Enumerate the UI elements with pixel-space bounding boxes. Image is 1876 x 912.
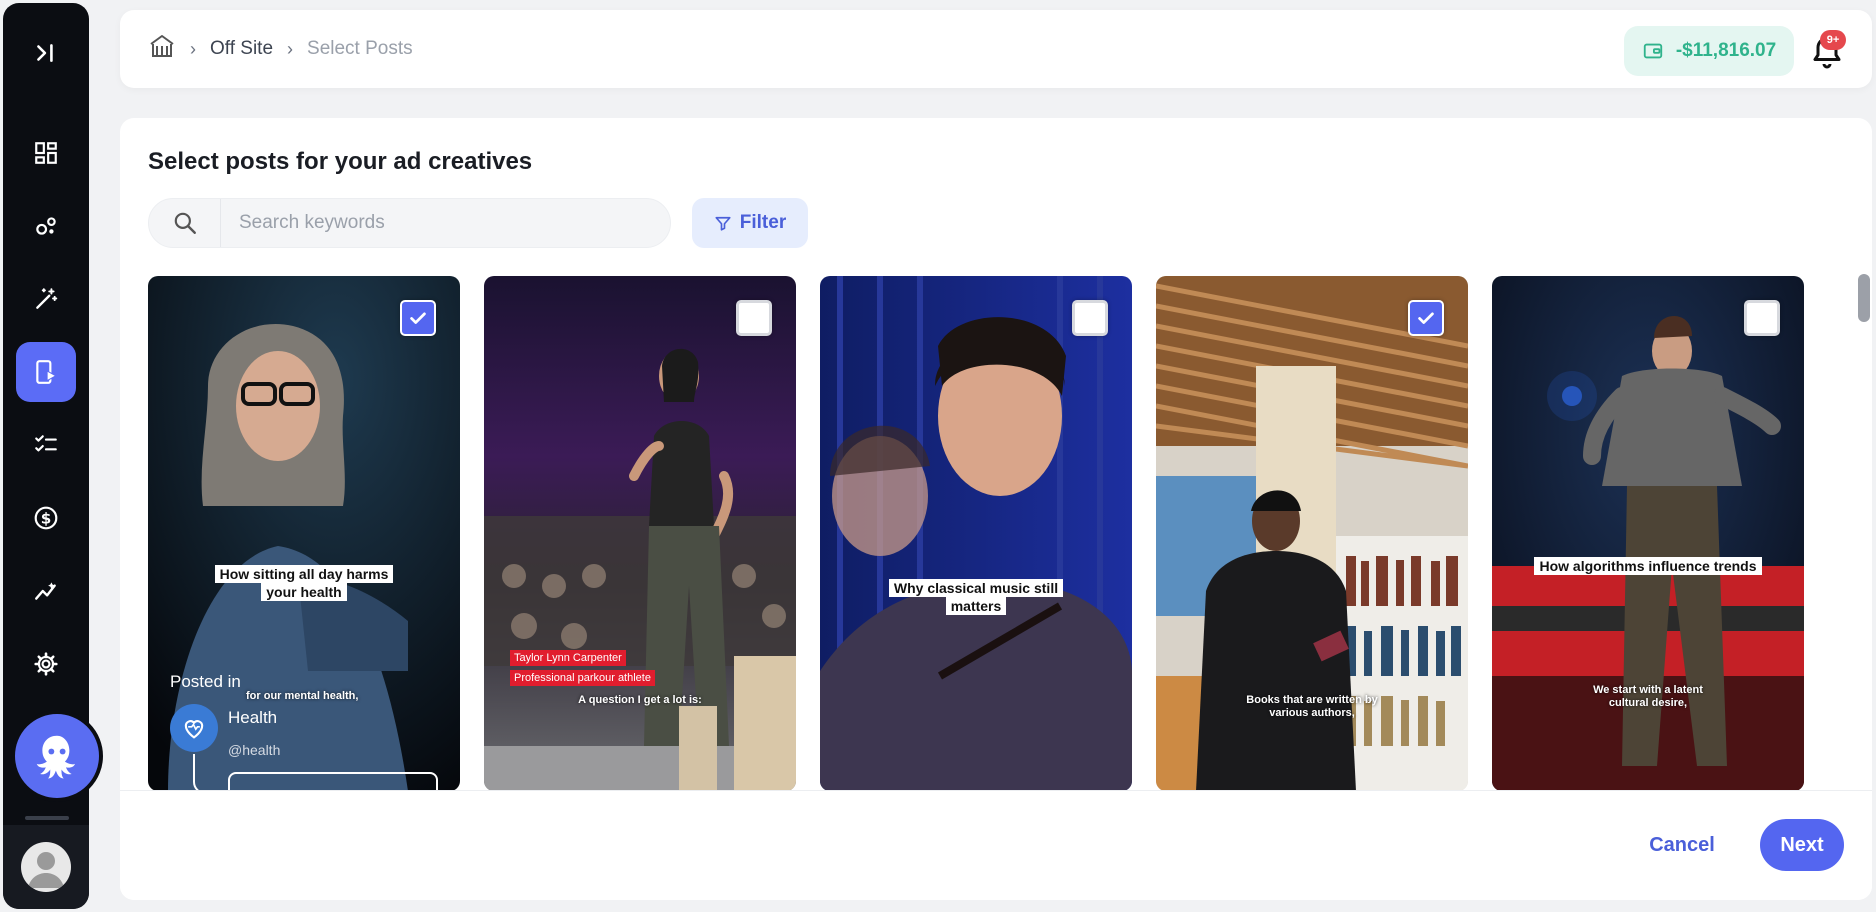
sidebar-item-creative[interactable] <box>16 269 76 329</box>
breadcrumb-separator: › <box>190 38 196 59</box>
account-handle: @health <box>228 742 281 758</box>
speaker-lower-third: Taylor Lynn Carpenter Professional parko… <box>510 648 655 688</box>
home-breadcrumb[interactable] <box>148 32 176 66</box>
profile-area <box>3 825 89 909</box>
footer-actions: Cancel Next <box>120 790 1872 900</box>
speaker-title: Professional parkour athlete <box>510 670 655 686</box>
speaker-name: Taylor Lynn Carpenter <box>510 650 626 666</box>
search-button[interactable] <box>149 199 221 247</box>
post-thumbnail <box>820 276 1132 791</box>
post-select-checkbox[interactable] <box>1744 300 1780 336</box>
search-box <box>148 198 671 248</box>
post-card[interactable]: Why classical music still matters <box>820 276 1132 791</box>
post-subtitle: We start with a latent cultural desire, <box>1593 684 1703 709</box>
post-card[interactable]: Books that are written by various author… <box>1156 276 1468 791</box>
mobile-video-icon <box>36 360 57 384</box>
checkmark-icon <box>410 312 426 324</box>
balance-amount: -$11,816.07 <box>1675 40 1777 61</box>
sidebar-item-connections[interactable] <box>16 196 76 256</box>
filter-button[interactable]: Filter <box>692 198 808 248</box>
account-name: Health <box>228 708 278 727</box>
octopus-icon <box>36 735 75 779</box>
search-icon <box>174 212 196 234</box>
select-posts-panel: Select posts for your ad creatives Filte… <box>120 118 1872 900</box>
sidebar-item-billing[interactable]: $ <box>16 488 76 548</box>
checklist-icon <box>35 435 57 452</box>
post-subtitle: A question I get a lot is: <box>578 694 702 706</box>
scrollbar-thumb[interactable] <box>1858 274 1870 322</box>
dashboard-icon <box>35 142 57 164</box>
next-button[interactable]: Next <box>1760 819 1844 871</box>
heart-icon <box>184 720 204 739</box>
post-preview-box <box>228 772 438 791</box>
user-avatar[interactable] <box>21 842 71 892</box>
breadcrumb-current: Select Posts <box>307 38 413 59</box>
post-thumbnail <box>1492 276 1804 791</box>
top-header: › Off Site › Select Posts -$11,816.07 9+ <box>120 10 1872 88</box>
collapse-sidebar-icon <box>37 44 53 62</box>
collapse-sidebar-button[interactable] <box>16 23 76 83</box>
sidebar-divider <box>25 816 69 820</box>
posted-in-label: Posted in <box>170 672 241 691</box>
bubbles-icon <box>36 217 56 235</box>
wallet-balance-button[interactable]: -$11,816.07 <box>1624 26 1794 76</box>
page-title: Select posts for your ad creatives <box>148 148 533 175</box>
post-select-checkbox[interactable] <box>1072 300 1108 336</box>
post-caption: How algorithms influence trends <box>1492 557 1804 576</box>
sidebar-item-analytics[interactable] <box>16 561 76 621</box>
post-card[interactable]: How algorithms influence trends We start… <box>1492 276 1804 791</box>
post-card[interactable]: Taylor Lynn Carpenter Professional parko… <box>484 276 796 791</box>
post-thumbnail <box>484 276 796 791</box>
breadcrumb: › Off Site › Select Posts <box>148 10 413 88</box>
building-icon <box>150 35 174 57</box>
sidebar-item-dashboard[interactable] <box>16 123 76 183</box>
cancel-button[interactable]: Cancel <box>1642 819 1722 871</box>
sidebar: $ <box>3 3 103 909</box>
post-select-checkbox[interactable] <box>1408 300 1444 336</box>
notification-badge: 9+ <box>1820 30 1846 50</box>
breadcrumb-separator: › <box>287 38 294 59</box>
sidebar-item-settings[interactable] <box>16 634 76 694</box>
post-select-checkbox[interactable] <box>736 300 772 336</box>
post-caption: How sitting all day harms your health <box>148 565 460 602</box>
user-avatar-icon <box>28 852 64 888</box>
filter-label: Filter <box>739 212 787 233</box>
post-card[interactable]: How sitting all day harms your health Po… <box>148 276 460 791</box>
post-caption: Why classical music still matters <box>820 579 1132 616</box>
connector-line <box>193 754 227 791</box>
post-subtitle: for our mental health, <box>246 690 359 702</box>
gear-icon <box>34 652 58 676</box>
dollar-icon: $ <box>34 506 58 530</box>
assistant-button[interactable] <box>11 710 103 802</box>
account-avatar <box>170 704 218 752</box>
magic-wand-icon <box>36 288 58 309</box>
breadcrumb-off-site[interactable]: Off Site <box>210 38 273 60</box>
analytics-icon <box>35 582 56 600</box>
svg-text:$: $ <box>41 509 52 527</box>
wallet-icon <box>1643 43 1662 59</box>
sidebar-item-posts[interactable] <box>16 342 76 402</box>
post-select-checkbox[interactable] <box>400 300 436 336</box>
sidebar-item-tasks[interactable] <box>16 415 76 475</box>
post-subtitle: Books that are written by various author… <box>1246 694 1378 719</box>
checkmark-icon <box>1418 312 1434 324</box>
search-input[interactable] <box>221 199 670 247</box>
filter-icon <box>715 216 731 231</box>
